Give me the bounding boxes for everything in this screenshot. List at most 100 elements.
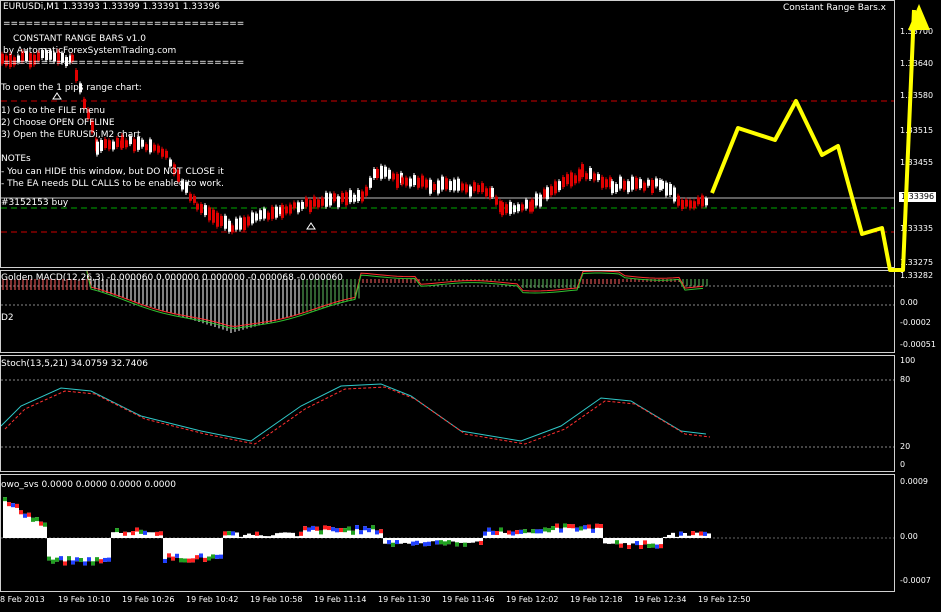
candle-body [677,195,680,206]
owo-bar-cap [599,524,603,529]
stoch-axis-label: 80 [900,375,911,384]
owo-bar-cap [355,525,359,530]
candle-body [701,195,704,207]
owo-bar-cap [59,556,63,561]
candle-body [445,178,448,190]
candle-body [297,202,300,213]
stoch-main-line [1,383,707,442]
time-axis[interactable]: 8 Feb 2013 19 Feb 10:10 19 Feb 10:26 19 … [0,592,895,612]
owo-bar-cap [703,531,707,536]
owo-bar-cap [323,525,327,530]
buy-arrow-icon [306,222,316,230]
owo-bar-cap [35,517,39,522]
ea-separator-bottom: ================================ [3,58,245,68]
owo-bar [15,503,19,538]
price-chart-panel[interactable]: EURUSDi,M1 1.33393 1.33399 1.33391 1.333… [0,0,895,268]
owo-axis[interactable]: 0.0009 0.00 -0.0007 [895,474,941,592]
candle-body [212,209,215,223]
candle-body [357,190,360,202]
owo-bar-cap [143,530,147,535]
owo-bar-cap [31,517,35,522]
owo-bar-cap [83,561,87,566]
macd-panel[interactable]: Golden MACD(12,26,3) -0.000060 0.000000 … [0,270,895,353]
owo-bar [295,536,299,538]
candle-body [243,217,246,231]
candle-body [647,179,650,186]
candle-body [409,178,412,187]
owo-bar-cap [639,544,643,549]
owo-title: owo_svs 0.0000 0.0000 0.0000 0.0000 [1,480,176,490]
macd-axis-label: 0.00 [900,298,918,307]
macd-axis[interactable]: 1.33282 0.00 -0.0002 -0.00051 [895,270,941,353]
stoch-canvas[interactable] [1,356,894,471]
time-axis-label: 19 Feb 10:58 [250,595,303,604]
candle-body [457,178,460,191]
owo-bar [279,532,283,538]
owo-bar-cap [115,528,119,533]
owo-bar-cap [495,531,499,536]
candle-body [239,217,242,230]
candle-body [337,196,340,208]
owo-bar-cap [135,527,139,532]
candle-body [125,140,128,148]
price-axis[interactable]: 1.33700 1.33640 1.33580 1.33515 1.33455 … [895,0,941,268]
owo-bar-cap [491,530,495,535]
owo-bar [663,536,667,538]
owo-bar-cap [3,497,7,502]
candle-body [619,176,622,189]
owo-bar [259,535,263,538]
time-axis-label: 19 Feb 12:02 [506,595,559,604]
candle-body [153,144,156,151]
time-axis-label: 19 Feb 12:34 [634,595,687,604]
owo-panel[interactable]: owo_svs 0.0000 0.0000 0.0000 0.0000 [0,474,895,592]
owo-bar-cap [7,502,11,507]
candle-body [285,206,288,214]
owo-bar-cap [627,544,631,549]
candle-body [401,177,404,185]
candle-body [495,196,498,205]
owo-bar-cap [575,527,579,532]
candle-body [349,190,352,203]
order-label[interactable]: #3152153 buy [1,198,68,209]
owo-bar-cap [335,528,339,533]
candle-body [281,204,284,218]
candle-body [535,193,538,206]
owo-bar-cap [27,512,31,517]
candle-body [558,181,561,191]
candle-body [289,204,292,214]
candle-body [465,184,468,193]
owo-bar-cap [255,531,259,536]
owo-axis-label: 0.00 [900,532,918,541]
owo-bar-cap [219,554,223,559]
candle-body [669,183,672,195]
candle-body [293,202,296,209]
owo-bar-cap [483,531,487,536]
owo-bar [263,536,267,538]
candle-body [481,183,484,193]
stoch-axis[interactable]: 100 80 20 0 [895,355,941,472]
owo-bar-cap [519,529,523,534]
macd-axis-label: -0.00051 [900,340,936,349]
owo-bar-cap [463,542,467,547]
candle-body [301,201,304,209]
time-axis-label: 19 Feb 12:50 [698,595,751,604]
candle-body [697,197,700,205]
candle-body [396,173,399,188]
owo-bar-cap [351,530,355,535]
owo-bar-cap [183,558,187,563]
ea-by-line: by AutomaticForexSystemTrading.com [3,46,177,56]
owo-canvas[interactable] [1,475,894,591]
ea-separator-top: ================================ [3,19,245,29]
owo-bar-cap [227,531,231,536]
candle-body [321,197,324,206]
owo-bar-cap [551,526,555,531]
owo-bar-cap [187,558,191,563]
owo-bar-cap [39,521,43,526]
candle-body [421,175,424,187]
stoch-panel[interactable]: Stoch(13,5,21) 34.0759 32.7406 [0,355,895,472]
owo-bar-cap [11,503,15,508]
owo-bar-cap [191,558,195,563]
owo-bar [127,532,131,538]
owo-bar [683,532,687,538]
ea-name-label: Constant Range Bars.x [783,3,886,13]
